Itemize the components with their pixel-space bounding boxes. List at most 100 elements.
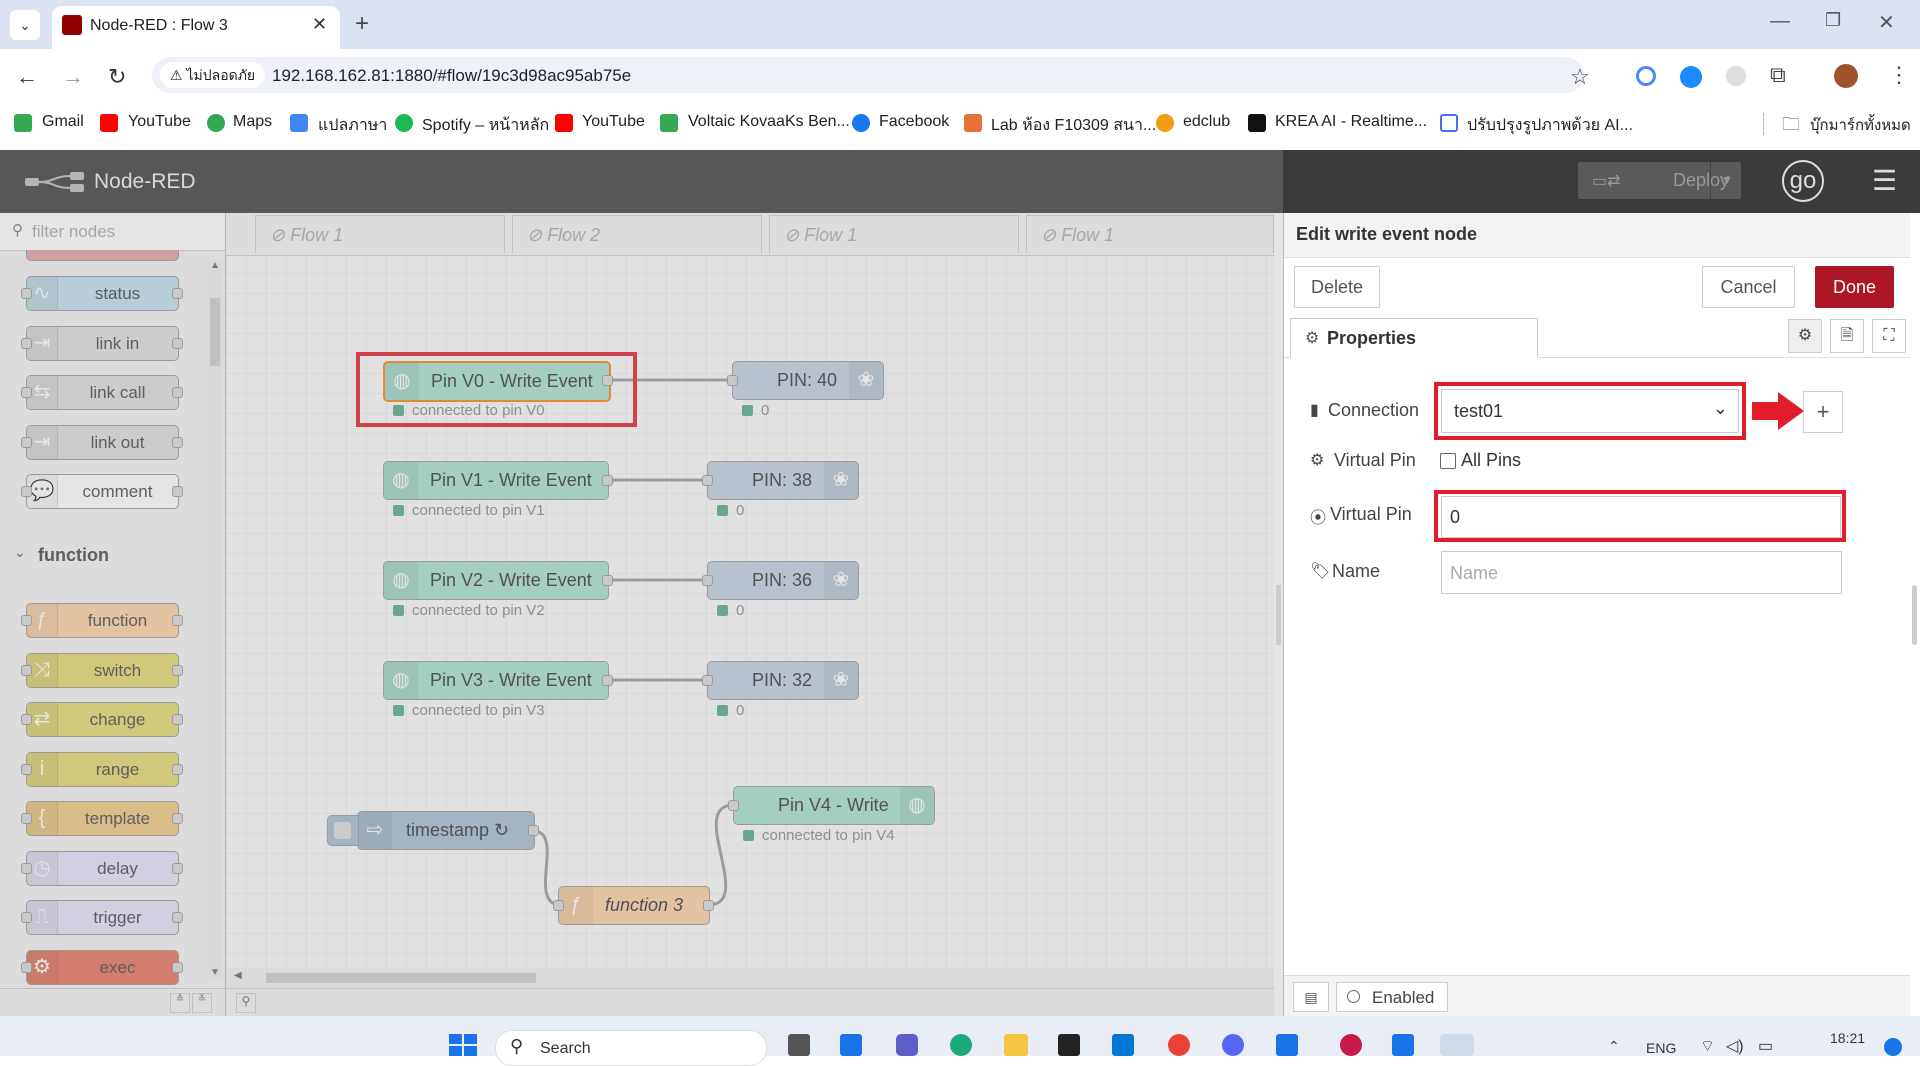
raspberry-icon[interactable] — [1340, 1034, 1362, 1056]
new-tab-icon[interactable]: + — [355, 10, 369, 38]
browser-tab[interactable]: Node-RED : Flow 3 ✕ — [52, 6, 340, 49]
forward-icon[interactable]: → — [62, 64, 84, 90]
all-pins-checkbox[interactable] — [1440, 453, 1456, 469]
all-bookmarks-folder[interactable]: บุ๊กมาร์กทั้งหมด — [1810, 113, 1911, 137]
profile-avatar[interactable] — [1834, 64, 1858, 88]
notification-badge[interactable] — [1884, 1038, 1902, 1056]
youtube-icon — [555, 114, 573, 132]
bookmark-item[interactable]: แปลภาษา — [318, 113, 387, 138]
start-button[interactable] — [449, 1034, 477, 1056]
user-initials: go — [1789, 167, 1817, 194]
bookmark-item[interactable]: Lab ห้อง F10309 สนา... — [991, 113, 1156, 138]
bookmark-item[interactable]: Facebook — [879, 113, 949, 131]
delete-button[interactable]: Delete — [1294, 266, 1380, 308]
security-chip[interactable]: ⚠ ไม่ปลอดภัย — [160, 62, 266, 88]
voltaic-icon — [660, 114, 678, 132]
close-window-icon[interactable]: ✕ — [1878, 10, 1895, 35]
enabled-toggle[interactable]: Enabled — [1336, 982, 1448, 1012]
tab-properties[interactable]: ⚙ Properties — [1290, 318, 1538, 358]
gear-icon: ⚙ — [1305, 330, 1320, 347]
extensions-puzzle-icon[interactable]: ⧉ — [1770, 62, 1786, 88]
bookmark-item[interactable]: Maps — [233, 113, 272, 131]
tag-icon: 🏷 — [1310, 563, 1331, 580]
battery-icon[interactable]: ▭ — [1758, 1036, 1773, 1056]
virtual-pin-label-2: Virtual Pin — [1330, 504, 1412, 524]
file-explorer-icon[interactable] — [1004, 1034, 1028, 1056]
bookmark-item[interactable]: YouTube — [582, 113, 645, 131]
youtube-icon — [100, 114, 118, 132]
cancel-button[interactable]: Cancel — [1702, 266, 1795, 308]
connection-select[interactable]: test01 ⌄ — [1441, 389, 1739, 433]
volume-icon[interactable]: ◁) — [1726, 1036, 1744, 1056]
language-indicator[interactable]: ENG — [1646, 1040, 1676, 1056]
taskbar-search[interactable]: ⚲ Search — [495, 1030, 767, 1066]
connection-label: Connection — [1328, 400, 1420, 420]
vscode-icon[interactable] — [1112, 1034, 1134, 1056]
wifi-icon[interactable]: ⌔ — [1700, 1036, 1715, 1056]
tray-chevron-icon[interactable]: ⌃ — [1608, 1038, 1620, 1055]
name-input[interactable]: Name — [1441, 551, 1842, 594]
node-description-tab[interactable]: 🗎 — [1830, 319, 1864, 353]
virtual-pin-input[interactable]: 0 — [1441, 496, 1841, 538]
restore-icon[interactable]: ❐ — [1825, 10, 1841, 31]
security-label: ไม่ปลอดภัย — [186, 67, 256, 83]
spotify-icon — [395, 114, 413, 132]
node-appearance-tab[interactable]: ⛶ — [1872, 319, 1906, 353]
chrome-icon[interactable] — [1168, 1034, 1190, 1056]
facebook-icon — [852, 114, 870, 132]
taskbar-app-icons — [780, 1034, 1500, 1056]
target-icon: ⦿ — [1310, 510, 1327, 527]
search-icon: ⚲ — [510, 1036, 524, 1056]
done-label: Done — [1832, 277, 1877, 297]
bookmark-item[interactable]: YouTube — [128, 113, 191, 131]
bookmark-item[interactable]: edclub — [1183, 113, 1230, 131]
snipping-icon[interactable] — [1440, 1034, 1474, 1056]
store-icon[interactable] — [1058, 1034, 1080, 1056]
widgets-icon[interactable] — [840, 1034, 862, 1056]
browser-tab-title: Node-RED : Flow 3 — [90, 17, 228, 34]
virtual-pin-value: 0 — [1450, 507, 1461, 527]
tray-scrollbar[interactable] — [1912, 585, 1917, 645]
extension-icon-1[interactable] — [1636, 66, 1656, 86]
shazam-icon[interactable] — [1680, 66, 1702, 88]
tray-resize-handle[interactable] — [1276, 585, 1281, 645]
close-tab-icon[interactable]: ✕ — [312, 14, 327, 35]
deploy-dropdown-button[interactable]: ▼ — [1710, 162, 1743, 199]
bookmark-item[interactable]: KREA AI - Realtime... — [1275, 113, 1427, 131]
delete-label: Delete — [1310, 277, 1364, 297]
bookmark-item[interactable]: Gmail — [42, 113, 84, 131]
translate-icon — [290, 114, 308, 132]
browser-menu-icon[interactable]: ⋮ — [1888, 62, 1910, 88]
node-help-button[interactable]: ▤ — [1293, 982, 1329, 1012]
teams-icon[interactable] — [896, 1034, 918, 1056]
vs-icon[interactable] — [1276, 1034, 1298, 1056]
tab-label: Properties — [1327, 328, 1417, 348]
bookmark-item[interactable]: Spotify – หน้าหลัก — [422, 113, 549, 138]
lab-icon — [964, 114, 982, 132]
edge-icon[interactable] — [950, 1034, 972, 1056]
bookmark-star-icon[interactable]: ☆ — [1570, 64, 1590, 90]
extension-icon-3[interactable] — [1726, 66, 1746, 86]
minimize-icon[interactable]: — — [1770, 10, 1790, 33]
reload-icon[interactable]: ↻ — [108, 64, 126, 90]
task-view-icon[interactable] — [788, 1034, 810, 1056]
user-avatar[interactable]: go — [1782, 160, 1824, 202]
add-connection-button[interactable]: + — [1803, 391, 1843, 433]
notepad-icon[interactable] — [1392, 1034, 1414, 1056]
discord-icon[interactable] — [1222, 1034, 1244, 1056]
tab-search-button[interactable]: ⌄ — [10, 10, 40, 40]
gears-icon: ⚙ — [1310, 452, 1325, 469]
bookmark-item[interactable]: Voltaic KovaaKs Ben... — [688, 113, 850, 131]
name-placeholder: Name — [1450, 563, 1499, 583]
clock-time[interactable]: 18:21 — [1830, 1030, 1865, 1046]
back-icon[interactable]: ← — [16, 64, 38, 90]
connection-value: test01 — [1454, 401, 1504, 421]
bookmark-item[interactable]: ปรับปรุงรูปภาพด้วย AI... — [1467, 113, 1633, 138]
gmail-icon — [14, 114, 32, 132]
node-settings-tab[interactable]: ⚙ — [1788, 319, 1822, 353]
deploy-icon: ▭⇄ — [1592, 173, 1621, 190]
hamburger-menu-icon[interactable]: ☰ — [1872, 164, 1897, 197]
done-button[interactable]: Done — [1815, 266, 1894, 308]
taskbar-search-label: Search — [540, 1040, 591, 1057]
bookmark-icon: ▮ — [1310, 402, 1319, 419]
